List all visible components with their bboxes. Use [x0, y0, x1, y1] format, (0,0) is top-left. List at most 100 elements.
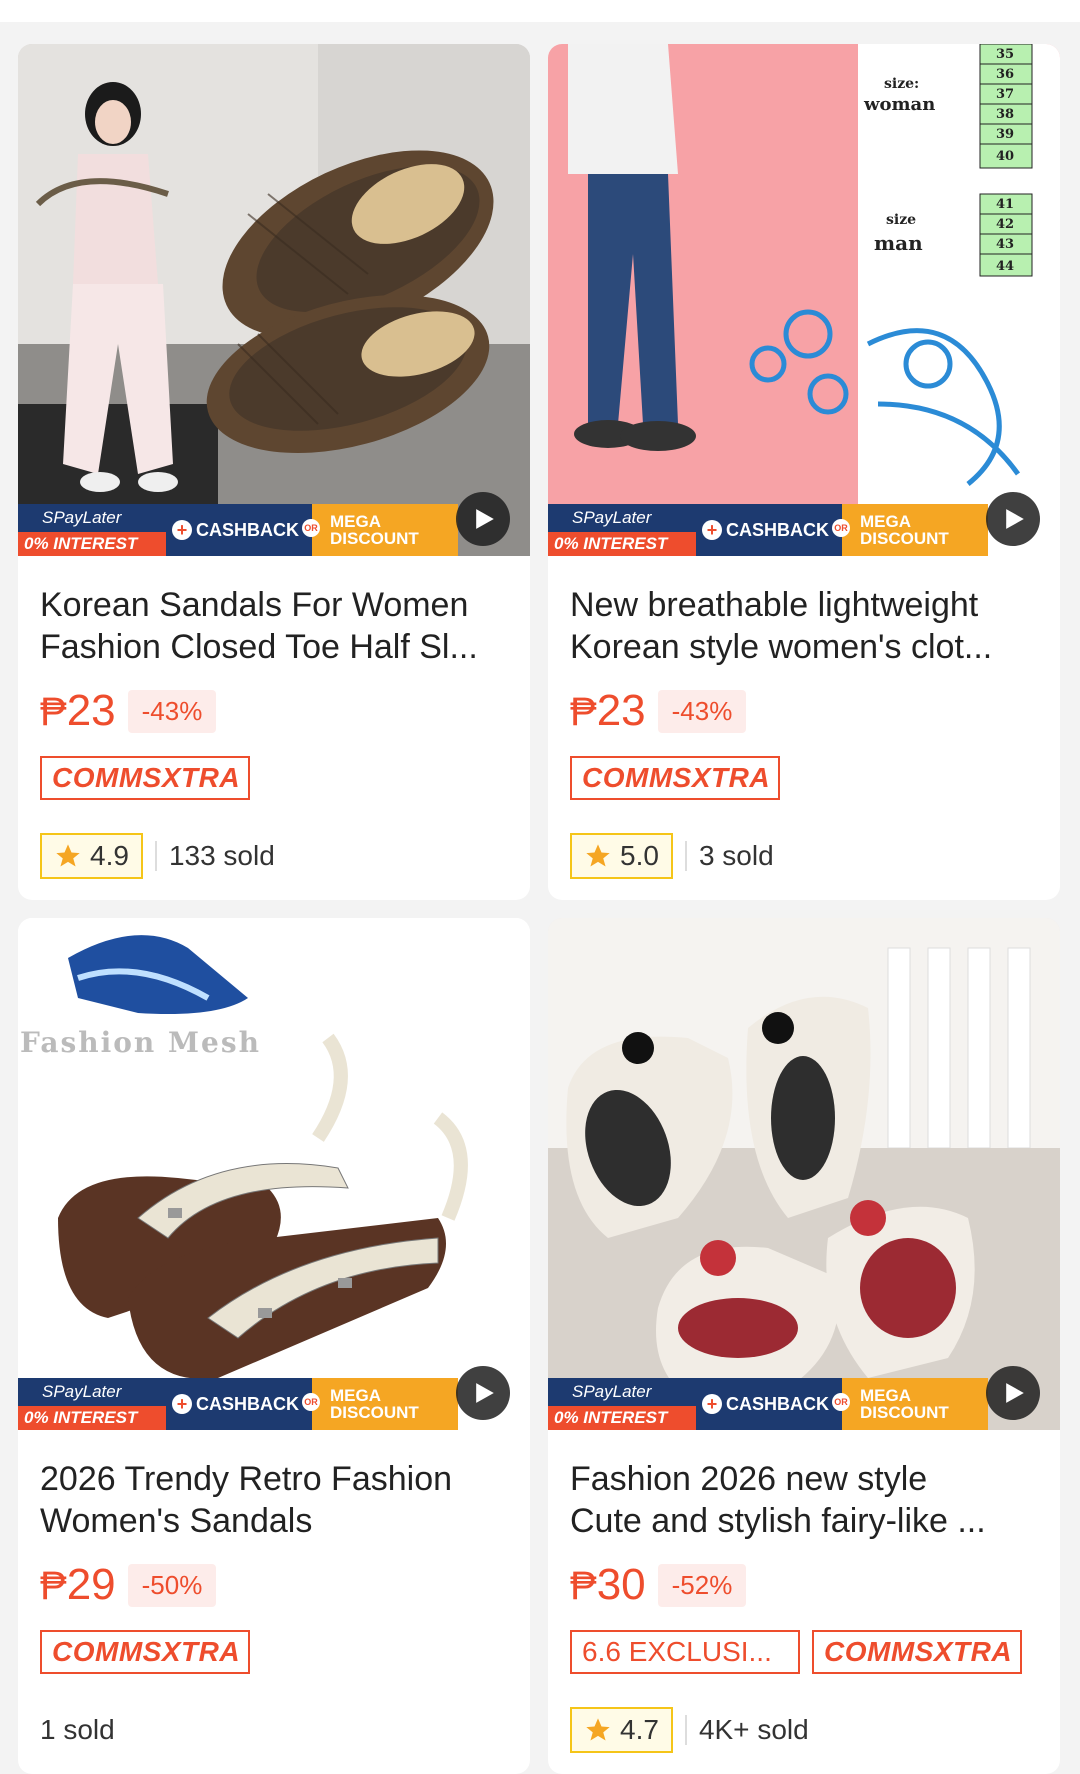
- play-icon: [476, 1383, 494, 1403]
- title-line-1: 2026 Trendy Retro Fashion: [40, 1460, 453, 1498]
- or-label: OR: [832, 519, 850, 537]
- stats-row: 4.7 4K+ sold: [570, 1706, 1038, 1754]
- mega-discount-badge: OR MEGA DISCOUNT: [832, 504, 988, 556]
- spaylater-badge: SPayLater 0% INTEREST: [548, 1378, 698, 1430]
- cashback-label: CASHBACK: [196, 519, 299, 540]
- price-row: ₱23 -43%: [40, 686, 508, 736]
- size-woman-label: size:: [884, 76, 919, 92]
- discount-badge: -50%: [127, 1563, 217, 1607]
- title-line-1: Korean Sandals For Women: [40, 586, 469, 624]
- spaylater-label: SPayLater: [572, 1382, 652, 1401]
- price: ₱23: [570, 686, 646, 737]
- product-card[interactable]: size: woman size man 35 36 37 38 39 40 41 42 4…: [548, 44, 1060, 900]
- discount-badge: -43%: [657, 689, 747, 733]
- or-label: OR: [302, 1393, 320, 1411]
- mega-discount-badge: OR MEGA DISCOUNT: [302, 504, 458, 556]
- price-row: ₱30 -52%: [570, 1560, 1038, 1610]
- divider: [684, 1715, 687, 1745]
- product-photo-outfit: size: woman size man 35 36 37 38 39 40 41 42 4…: [548, 44, 1060, 556]
- tag-row: COMMSXTRA: [40, 756, 508, 804]
- svg-text:38: 38: [996, 107, 1014, 122]
- interest-label: 0% INTEREST: [18, 532, 166, 556]
- play-video-button[interactable]: [986, 1366, 1040, 1420]
- cashback-badge: + CASHBACK: [168, 1378, 312, 1430]
- discount-label: DISCOUNT: [860, 1403, 949, 1422]
- commsxtra-tag: COMMSXTRA: [570, 756, 780, 800]
- promo-strip: SPayLater 0% INTEREST + CASHBACK OR MEGA…: [548, 504, 988, 556]
- rating-value: 4.7: [620, 1714, 659, 1745]
- product-image[interactable]: size: woman size man 35 36 37 38 39 40 41 42 4…: [548, 44, 1060, 556]
- cashback-badge: + CASHBACK: [698, 1378, 842, 1430]
- price-value: 29: [66, 1559, 116, 1609]
- discount-label: DISCOUNT: [330, 529, 419, 548]
- product-card[interactable]: Fashion Mesh SPayLater 0% INTEREST + CAS…: [18, 918, 530, 1774]
- svg-text:39: 39: [996, 127, 1014, 142]
- price-value: 23: [596, 685, 646, 735]
- currency-symbol: ₱: [40, 1563, 67, 1608]
- spaylater-badge: SPayLater 0% INTEREST: [18, 1378, 168, 1430]
- sold-count: 133 sold: [168, 840, 275, 871]
- svg-text:40: 40: [996, 149, 1014, 164]
- price-row: ₱29 -50%: [40, 1560, 508, 1610]
- product-image[interactable]: Fashion Mesh SPayLater 0% INTEREST + CAS…: [18, 918, 530, 1430]
- tag-row: 6.6 EXCLUSI... COMMSXTRA: [570, 1630, 1038, 1678]
- price: ₱23: [40, 686, 116, 737]
- price: ₱30: [570, 1560, 646, 1611]
- size-man-value: man: [874, 231, 923, 255]
- cashback-label: CASHBACK: [726, 519, 829, 540]
- cashback-badge: + CASHBACK: [698, 504, 842, 556]
- price: ₱29: [40, 1560, 116, 1611]
- size-woman-value: woman: [863, 94, 935, 115]
- sold-count: 4K+ sold: [698, 1714, 809, 1745]
- svg-text:44: 44: [996, 259, 1014, 274]
- product-card[interactable]: SPayLater 0% INTEREST + CASHBACK OR MEGA…: [548, 918, 1060, 1774]
- sold-count: 3 sold: [698, 840, 774, 871]
- title-line-2: Cute and stylish fairy-like ...: [570, 1502, 986, 1540]
- price-value: 30: [596, 1559, 646, 1609]
- title-line-1: Fashion 2026 new style: [570, 1460, 928, 1498]
- mega-label: MEGA: [860, 512, 911, 531]
- play-icon: [1006, 509, 1024, 529]
- plus-icon: +: [172, 1394, 192, 1414]
- svg-text:37: 37: [996, 87, 1014, 102]
- stats-row: 1 sold: [40, 1706, 508, 1754]
- interest-label: 0% INTEREST: [548, 532, 696, 556]
- currency-symbol: ₱: [40, 689, 67, 734]
- commsxtra-tag: COMMSXTRA: [812, 1630, 1022, 1674]
- spaylater-badge: SPayLater 0% INTEREST: [548, 504, 698, 556]
- cashback-label: CASHBACK: [196, 1393, 299, 1414]
- exclusive-tag: 6.6 EXCLUSI...: [570, 1630, 800, 1674]
- product-title[interactable]: Fashion 2026 new style Cute and stylish …: [570, 1458, 1038, 1542]
- or-label: OR: [832, 1393, 850, 1411]
- product-image[interactable]: SPayLater 0% INTEREST + CASHBACK OR MEGA…: [548, 918, 1060, 1430]
- svg-text:42: 42: [996, 217, 1014, 232]
- product-image[interactable]: SPayLater 0% INTEREST + CASHBACK OR MEGA…: [18, 44, 530, 556]
- svg-text:43: 43: [996, 237, 1014, 252]
- divider: [154, 841, 157, 871]
- discount-badge: -52%: [657, 1563, 747, 1607]
- play-video-button[interactable]: [456, 492, 510, 546]
- tag-row: COMMSXTRA: [570, 756, 1038, 804]
- product-card[interactable]: SPayLater 0% INTEREST + CASHBACK OR MEGA…: [18, 44, 530, 900]
- rating-badge: 4.9: [40, 833, 143, 879]
- mega-label: MEGA: [860, 1386, 911, 1405]
- plus-icon: +: [702, 1394, 722, 1414]
- title-line-1: New breathable lightweight: [570, 586, 979, 624]
- currency-symbol: ₱: [570, 1563, 597, 1608]
- rating-badge: 5.0: [570, 833, 673, 879]
- discount-label: DISCOUNT: [860, 529, 949, 548]
- product-title[interactable]: New breathable lightweight Korean style …: [570, 584, 1038, 668]
- mega-label: MEGA: [330, 1386, 381, 1405]
- svg-text:35: 35: [996, 47, 1014, 62]
- play-icon: [1006, 1383, 1024, 1403]
- or-label: OR: [302, 519, 320, 537]
- product-title[interactable]: Korean Sandals For Women Fashion Closed …: [40, 584, 508, 668]
- play-video-button[interactable]: [986, 492, 1040, 546]
- star-icon: [586, 844, 610, 867]
- product-photo-retro-sandals: Fashion Mesh: [18, 918, 530, 1430]
- product-title[interactable]: 2026 Trendy Retro Fashion Women's Sandal…: [40, 1458, 508, 1542]
- discount-badge: -43%: [127, 689, 217, 733]
- play-video-button[interactable]: [456, 1366, 510, 1420]
- size-man-label: size: [886, 212, 916, 228]
- title-line-2: Women's Sandals: [40, 1502, 313, 1540]
